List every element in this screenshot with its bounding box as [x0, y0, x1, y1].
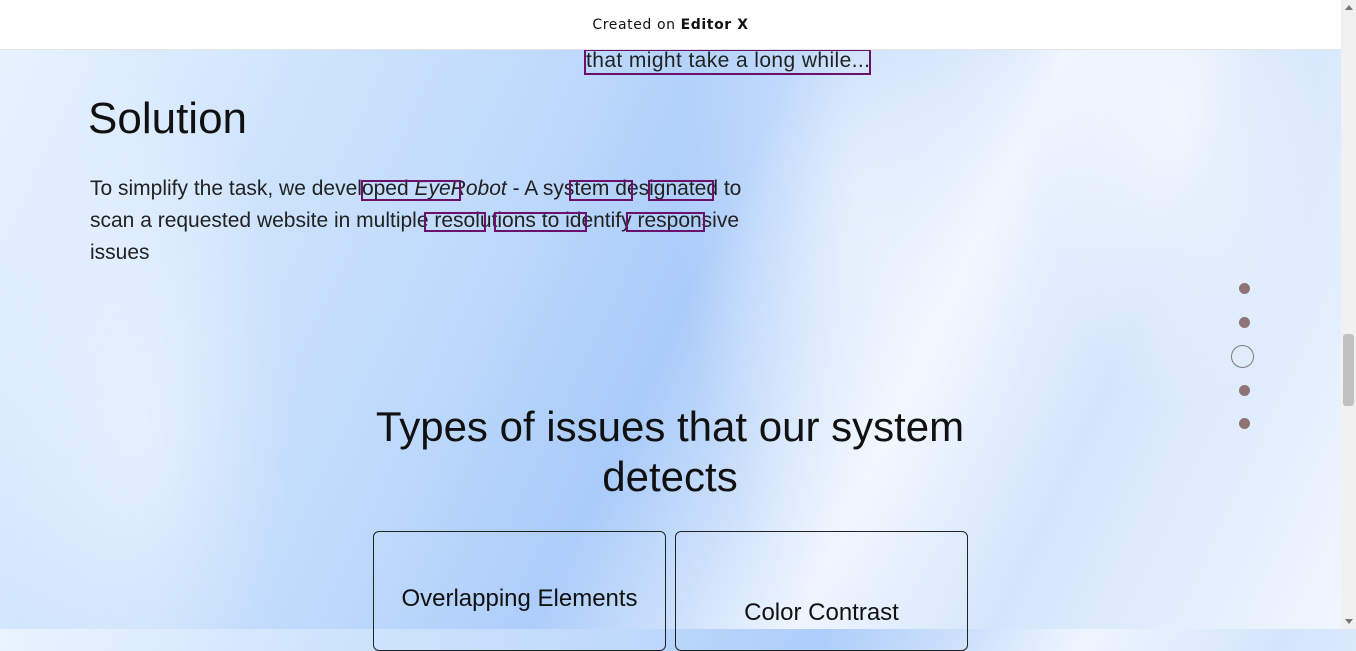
scroll-up-icon[interactable]: [1345, 5, 1353, 10]
issue-card-label: Color Contrast: [744, 599, 899, 626]
fragment-ellipsis: ...: [851, 49, 871, 72]
issue-card-label: Overlapping Elements: [401, 585, 638, 612]
previous-section-fragment: that might take a long while...: [586, 49, 870, 73]
product-name: EyeRobot: [414, 177, 507, 200]
issue-types-heading: Types of issues that our system detects: [375, 403, 965, 500]
section-nav-dot[interactable]: [1239, 317, 1250, 328]
fragment-text: that might take a long while: [586, 49, 852, 72]
issue-card-overlapping[interactable]: Overlapping Elements: [373, 531, 666, 651]
section-nav-dot[interactable]: [1239, 385, 1250, 396]
solution-text-start: To simplify the task, we developed: [90, 177, 415, 200]
section-nav-dot[interactable]: [1239, 418, 1250, 429]
banner-brand: Editor X: [680, 16, 749, 33]
solution-description: To simplify the task, we developed EyeRo…: [90, 173, 790, 269]
section-nav-dot[interactable]: [1239, 283, 1250, 294]
issue-card-color-contrast[interactable]: Color Contrast: [675, 531, 968, 651]
banner-prefix: Created on: [592, 16, 676, 33]
editor-x-banner[interactable]: Created on Editor X: [0, 0, 1341, 50]
scroll-down-icon[interactable]: [1345, 619, 1353, 624]
section-nav-dot[interactable]: [1231, 345, 1254, 368]
page-scrollbar[interactable]: [1341, 0, 1356, 629]
solution-heading: Solution: [88, 94, 248, 143]
scrollbar-thumb[interactable]: [1343, 334, 1354, 406]
